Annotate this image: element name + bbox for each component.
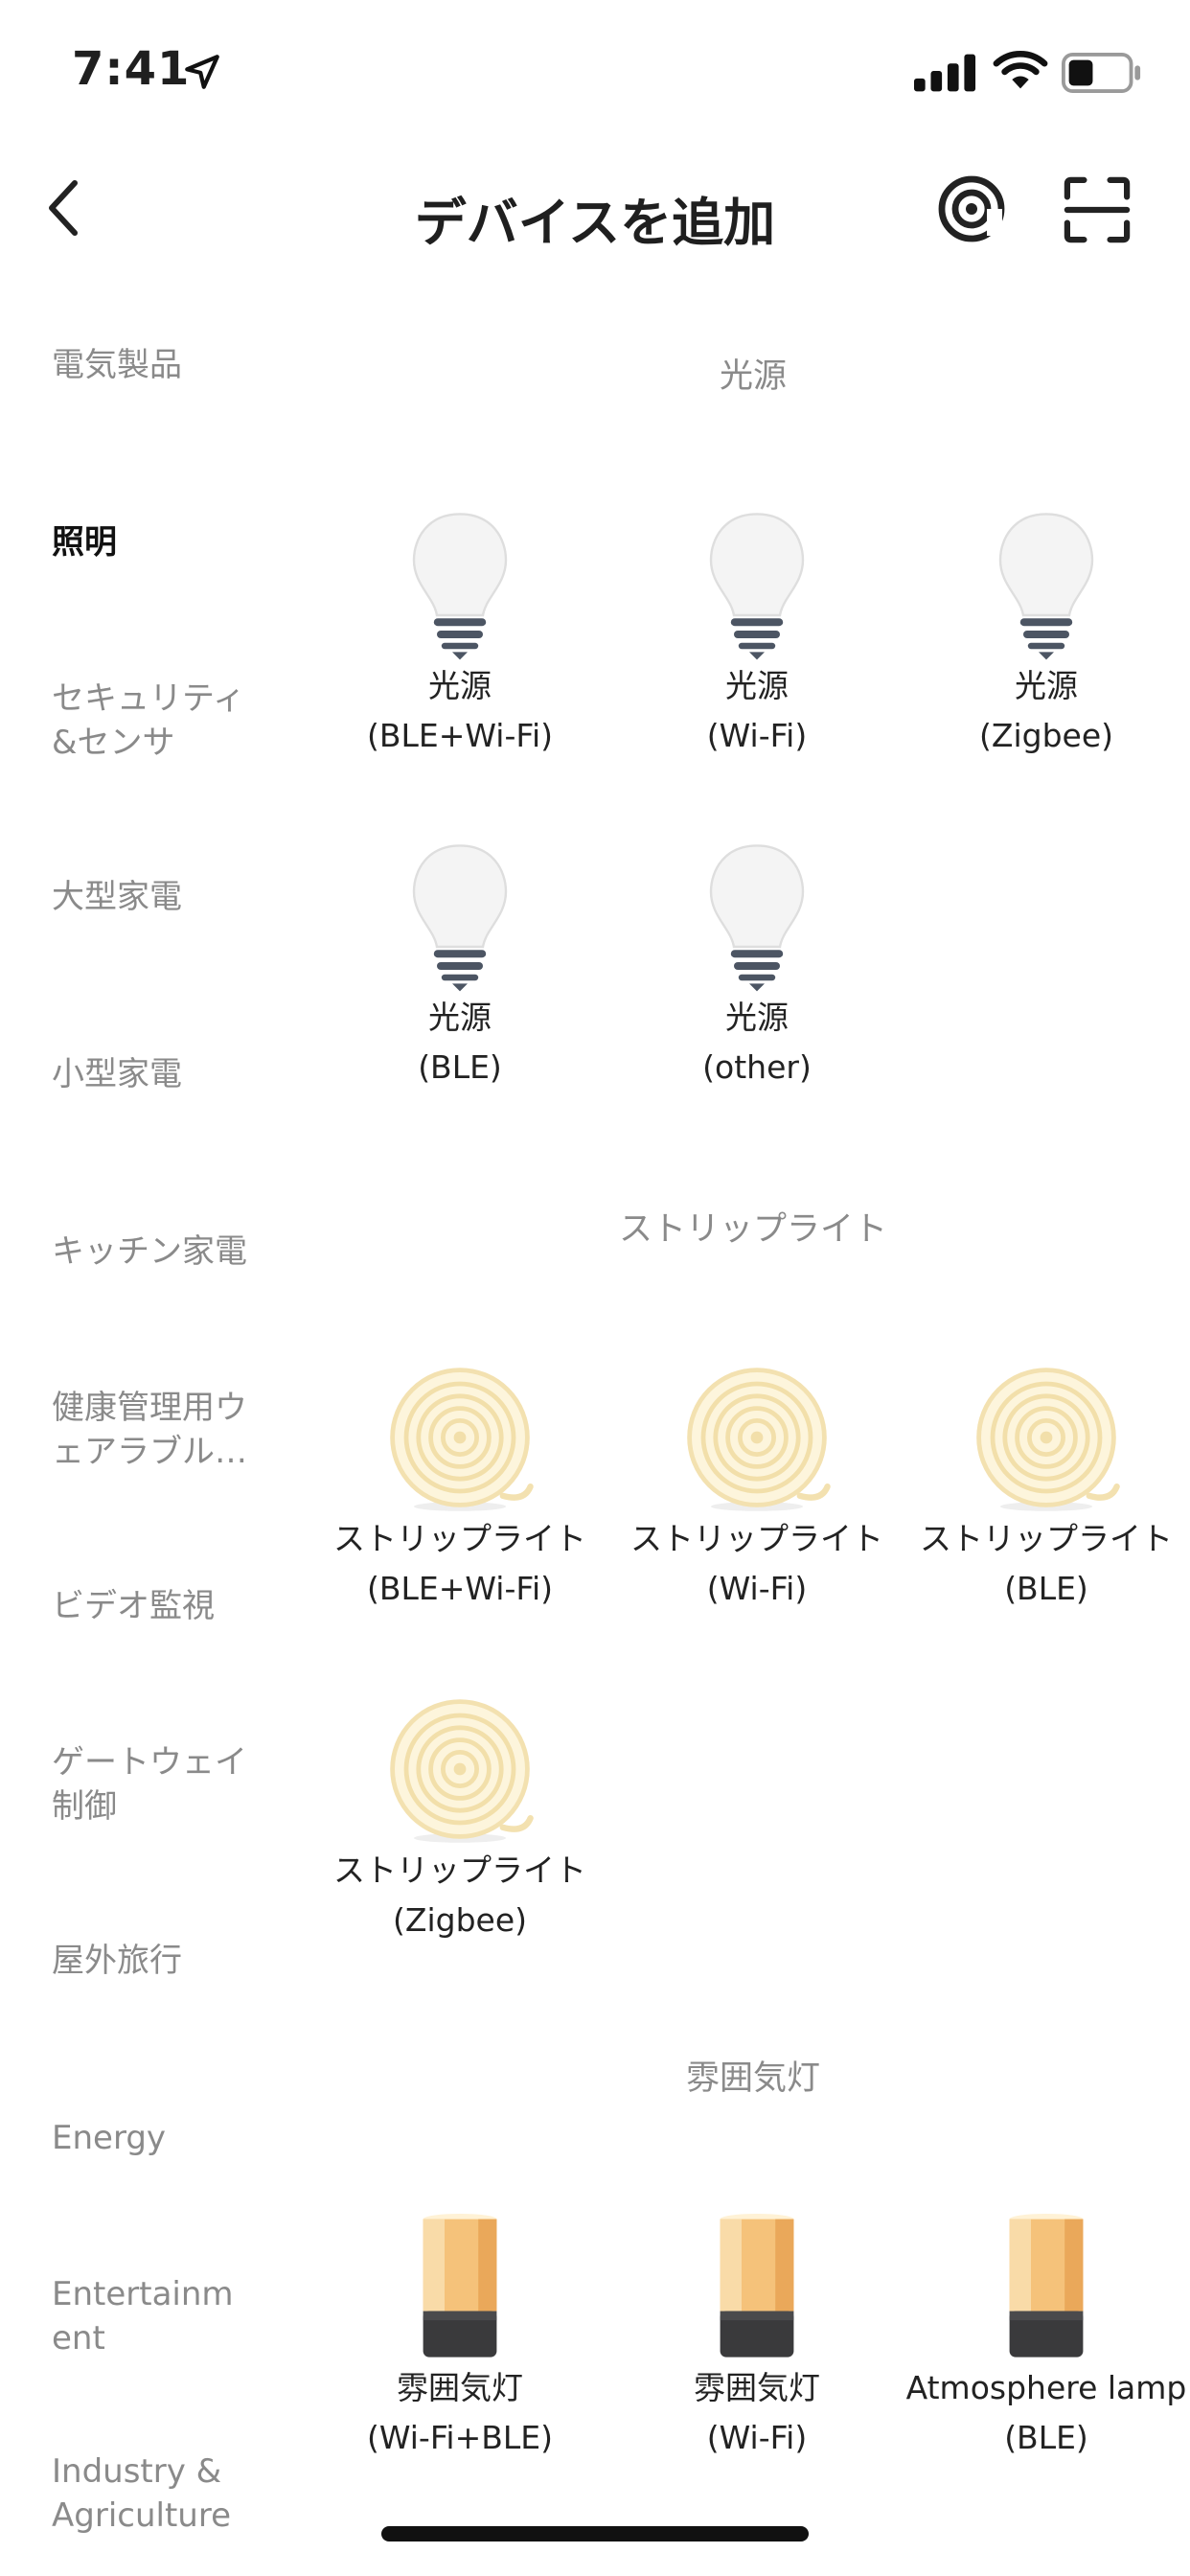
light-bulb-icon xyxy=(709,513,805,660)
category-kitchen-appliances[interactable]: キッチン家電 xyxy=(52,1230,291,1274)
device-light-other[interactable]: 光源 (other) xyxy=(613,840,901,1092)
section-title-light-source: 光源 xyxy=(719,357,787,396)
category-large-appliances[interactable]: 大型家電 xyxy=(52,875,291,919)
strip-light-icon xyxy=(687,1368,831,1511)
wifi-icon xyxy=(993,51,1048,89)
category-entertainment[interactable]: Entertainm ent xyxy=(52,2272,291,2360)
atmosphere-lamp-icon xyxy=(1009,2214,1084,2358)
light-bulb-icon xyxy=(412,513,508,660)
light-bulb-icon xyxy=(412,844,508,992)
auto-scan-icon[interactable] xyxy=(937,174,1006,243)
category-gateway-control[interactable]: ゲートウェイ 制御 xyxy=(52,1740,291,1828)
category-security-sensors[interactable]: セキュリティ &センサ xyxy=(52,677,291,765)
qr-scan-icon[interactable] xyxy=(1064,176,1131,243)
home-indicator[interactable] xyxy=(381,2526,809,2542)
device-strip-wifi[interactable]: ストリップライト (Wi-Fi) xyxy=(613,1361,901,1614)
device-strip-zigbee[interactable]: ストリップライト (Zigbee) xyxy=(316,1692,604,1945)
device-atmosphere-wifi-ble[interactable]: 雰囲気灯 (Wi-Fi+BLE) xyxy=(316,2210,604,2463)
category-lighting[interactable]: 照明 xyxy=(52,520,291,564)
strip-light-icon xyxy=(976,1368,1120,1511)
nav-bar: デバイスを追加 xyxy=(0,153,1190,268)
page-title: デバイスを追加 xyxy=(414,193,776,253)
status-time: 7:41 xyxy=(72,42,191,96)
device-strip-ble[interactable]: ストリップライト (BLE) xyxy=(903,1361,1190,1614)
strip-light-icon xyxy=(390,1699,534,1843)
section-title-strip-light: ストリップライト xyxy=(618,1210,887,1249)
device-atmosphere-ble[interactable]: Atmosphere lamp (BLE) xyxy=(903,2210,1190,2463)
category-electrical[interactable]: 電気製品 xyxy=(52,343,291,387)
device-light-zigbee[interactable]: 光源 (Zigbee) xyxy=(903,508,1190,761)
battery-icon xyxy=(1062,53,1141,93)
device-strip-ble-wifi[interactable]: ストリップライト (BLE+Wi-Fi) xyxy=(316,1361,604,1614)
section-title-atmosphere-lamp: 雰囲気灯 xyxy=(685,2059,820,2098)
category-energy[interactable]: Energy xyxy=(52,2116,291,2160)
atmosphere-lamp-icon xyxy=(423,2214,497,2358)
device-light-wifi[interactable]: 光源 (Wi-Fi) xyxy=(613,508,901,761)
location-arrow-icon xyxy=(185,55,219,89)
device-atmosphere-wifi[interactable]: 雰囲気灯 (Wi-Fi) xyxy=(613,2210,901,2463)
device-light-ble-wifi[interactable]: 光源 (BLE+Wi-Fi) xyxy=(316,508,604,761)
strip-light-icon xyxy=(390,1368,534,1511)
atmosphere-lamp-icon xyxy=(720,2214,794,2358)
category-outdoor-travel[interactable]: 屋外旅行 xyxy=(52,1939,291,1983)
category-industry-agriculture[interactable]: Industry & Agriculture xyxy=(52,2450,291,2538)
status-bar: 7:41 xyxy=(0,0,1190,144)
light-bulb-icon xyxy=(998,513,1094,660)
device-light-ble[interactable]: 光源 (BLE) xyxy=(316,840,604,1092)
light-bulb-icon xyxy=(709,844,805,992)
category-video-surveillance[interactable]: ビデオ監視 xyxy=(52,1584,291,1628)
category-small-appliances[interactable]: 小型家電 xyxy=(52,1052,291,1096)
category-health-wearables[interactable]: 健康管理用ウ ェアラブル… xyxy=(52,1386,291,1474)
signal-icon xyxy=(914,54,976,92)
